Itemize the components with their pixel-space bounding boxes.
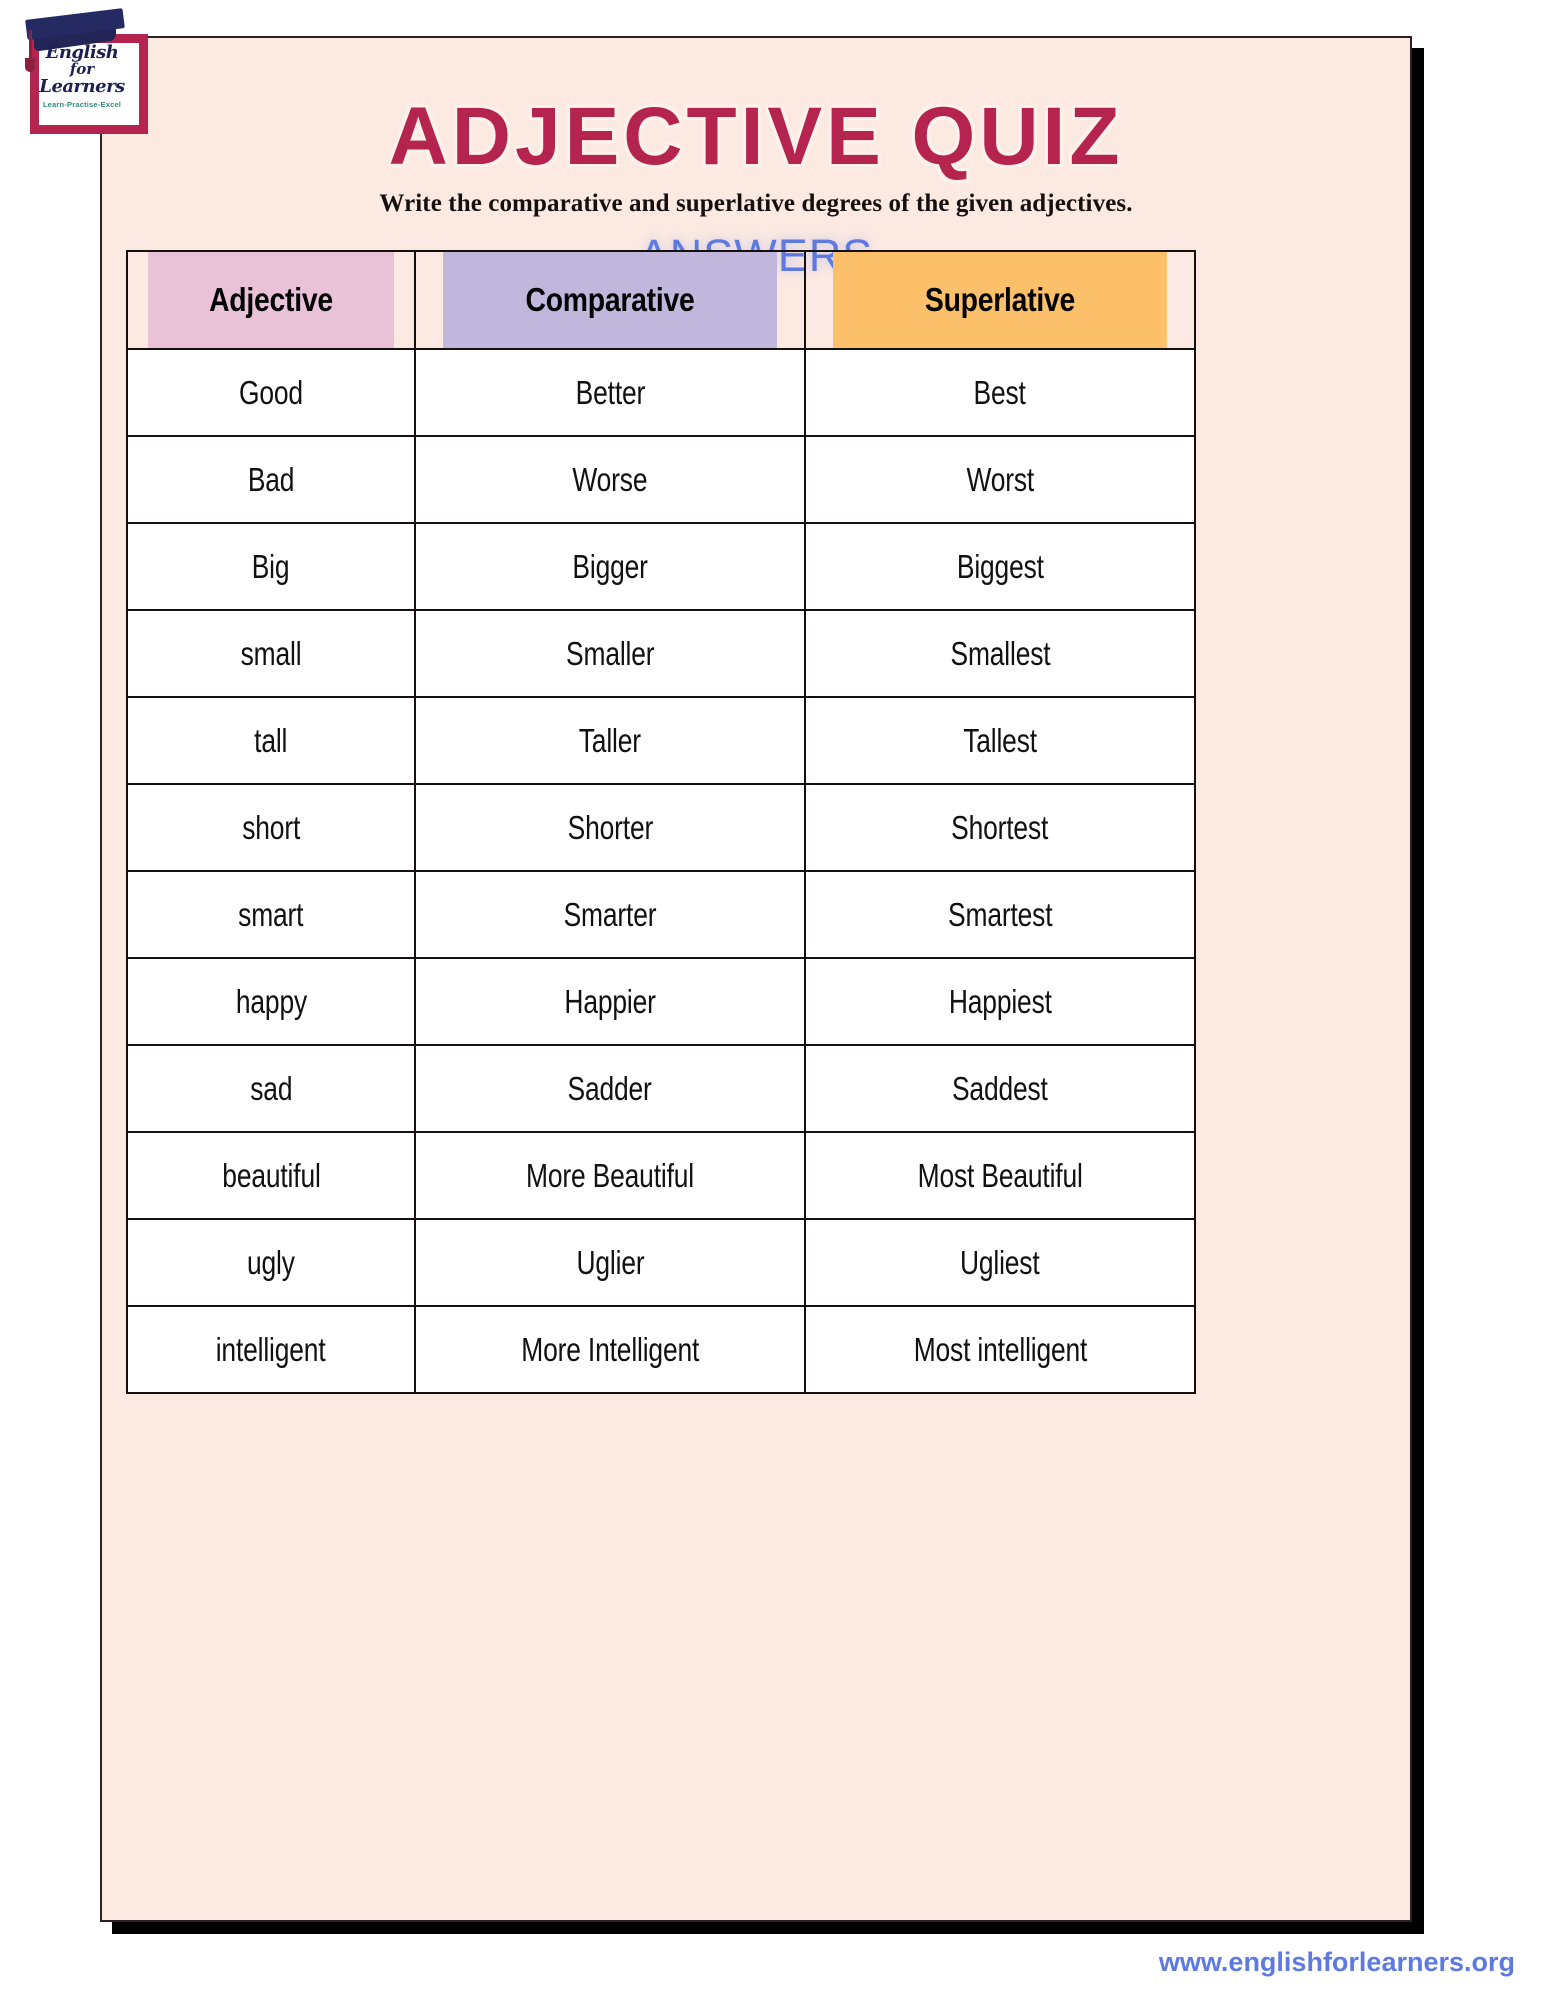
cell-adjective: smart: [126, 870, 416, 959]
column-header-adjective: Adjective: [146, 250, 396, 350]
table-row: small Smaller Smallest: [126, 609, 1196, 698]
cell-superlative: Smartest: [804, 870, 1196, 959]
cell-adjective: Big: [126, 522, 416, 611]
table-header-row: Adjective Comparative Superlative: [127, 250, 1195, 350]
logo-tagline: Learn-Practise-Excel: [42, 100, 122, 109]
cell-adjective: short: [126, 783, 416, 872]
cell-superlative: Ugliest: [804, 1218, 1196, 1307]
cell-comparative: Smaller: [414, 609, 806, 698]
table-row: smart Smarter Smartest: [126, 870, 1196, 959]
cell-comparative: Better: [414, 348, 806, 437]
table-row: Good Better Best: [126, 348, 1196, 437]
cell-comparative: Uglier: [414, 1218, 806, 1307]
cell-adjective: tall: [126, 696, 416, 785]
cell-adjective: beautiful: [126, 1131, 416, 1220]
cell-superlative: Best: [804, 348, 1196, 437]
cell-superlative: Tallest: [804, 696, 1196, 785]
cell-comparative: Worse: [414, 435, 806, 524]
logo-text-for: for: [69, 60, 95, 78]
cell-adjective: happy: [126, 957, 416, 1046]
table-row: Big Bigger Biggest: [126, 522, 1196, 611]
column-header-comparative: Comparative: [441, 250, 779, 350]
table-row: ugly Uglier Ugliest: [126, 1218, 1196, 1307]
cell-superlative: Smallest: [804, 609, 1196, 698]
column-header-superlative: Superlative: [831, 250, 1169, 350]
cell-comparative: Sadder: [414, 1044, 806, 1133]
cell-superlative: Saddest: [804, 1044, 1196, 1133]
table-row: beautiful More Beautiful Most Beautiful: [126, 1131, 1196, 1220]
cell-superlative: Biggest: [804, 522, 1196, 611]
page-subtitle: Write the comparative and superlative de…: [379, 190, 1133, 217]
cell-comparative: Happier: [414, 957, 806, 1046]
cell-superlative: Worst: [804, 435, 1196, 524]
adjective-table-container: Adjective Comparative Superlative Good B…: [126, 250, 1196, 1394]
table-row: intelligent More Intelligent Most intell…: [126, 1305, 1196, 1394]
cell-adjective: ugly: [126, 1218, 416, 1307]
cell-comparative: More Intelligent: [414, 1305, 806, 1394]
brand-logo: English for Learners Learn-Practise-Exce…: [12, 8, 152, 136]
table-body: Good Better Best Bad Worse Worst Big Big…: [126, 348, 1196, 1394]
adjective-degrees-table: Adjective Comparative Superlative Good B…: [126, 250, 1196, 1394]
logo-text-learners: Learners: [39, 76, 125, 97]
cell-comparative: Smarter: [414, 870, 806, 959]
cell-comparative: Taller: [414, 696, 806, 785]
cell-adjective: small: [126, 609, 416, 698]
table-row: happy Happier Happiest: [126, 957, 1196, 1046]
cell-comparative: Bigger: [414, 522, 806, 611]
page-title: ADJECTIVE QUIZ: [388, 91, 1124, 182]
cell-comparative: More Beautiful: [414, 1131, 806, 1220]
table-row: sad Sadder Saddest: [126, 1044, 1196, 1133]
worksheet-page: ADJECTIVE QUIZ Write the comparative and…: [100, 36, 1412, 1922]
table-row: short Shorter Shortest: [126, 783, 1196, 872]
cell-adjective: intelligent: [126, 1305, 416, 1394]
table-row: Bad Worse Worst: [126, 435, 1196, 524]
table-row: tall Taller Tallest: [126, 696, 1196, 785]
footer-website-url[interactable]: www.englishforlearners.org: [1159, 1947, 1515, 1978]
cell-superlative: Happiest: [804, 957, 1196, 1046]
cell-superlative: Most Beautiful: [804, 1131, 1196, 1220]
cell-comparative: Shorter: [414, 783, 806, 872]
cell-superlative: Shortest: [804, 783, 1196, 872]
cell-adjective: Bad: [126, 435, 416, 524]
cell-superlative: Most intelligent: [804, 1305, 1196, 1394]
cell-adjective: Good: [126, 348, 416, 437]
cell-adjective: sad: [126, 1044, 416, 1133]
